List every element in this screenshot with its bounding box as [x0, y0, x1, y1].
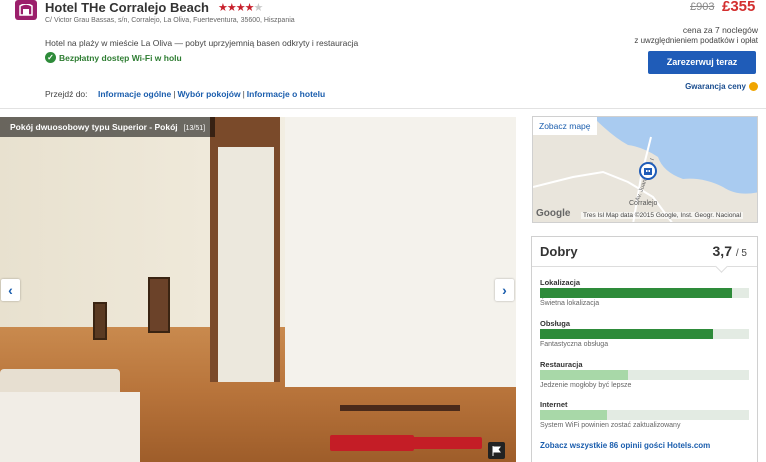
star-icon: ★ [218, 2, 228, 14]
hotel-location-pin[interactable] [639, 162, 657, 180]
star-icon: ★ [226, 2, 237, 14]
map-attribution: Tres Isl Map data ©2015 Google, Inst. Ge… [581, 212, 744, 219]
google-logo: Google [536, 208, 571, 219]
photo-caption: Pokój dwuosobowy typu Superior - Pokój [1… [0, 117, 216, 137]
wifi-label: Bezpłatny dostęp Wi-Fi w holu [59, 52, 182, 63]
report-photo-button[interactable] [488, 442, 505, 459]
current-price: £355 [722, 0, 756, 15]
review-category-name: Obsługa [540, 319, 571, 328]
jump-nav: Informacje ogólne | Wybór pokojów | Informac… [98, 89, 325, 99]
jump-to-label: Przejdź do: [45, 89, 88, 99]
price-note-taxes: z uwzględnieniem podatków i opłat [634, 36, 758, 45]
photo-bathroom [218, 147, 274, 382]
price-guarantee-label: Gwarancja ceny [685, 82, 746, 91]
hotels-logo-icon [19, 4, 33, 16]
price-note-nights: cena za 7 noclegów [682, 25, 758, 35]
review-category-name: Restauracja [540, 360, 583, 369]
review-category-bar [540, 370, 749, 380]
review-category-bar [540, 410, 749, 420]
rating-score: 3,7 / 5 [713, 243, 747, 259]
hotel-pin-icon [644, 168, 652, 175]
review-category: Obsługa Fantastyczna obsługa [540, 319, 749, 348]
hotel-map[interactable]: Zobacz mapę Av. Juan Carlos I Corralejo … [532, 116, 758, 223]
review-category-fill [540, 288, 733, 298]
photo-wall-picture [93, 302, 107, 340]
photo-caption-text: Pokój dwuosobowy typu Superior - Pokój [10, 122, 178, 132]
star-icon: ★ [244, 2, 255, 14]
photo-chair [412, 437, 482, 449]
nav-link-general-info[interactable]: Informacje ogólne [98, 89, 171, 99]
flag-icon [492, 445, 501, 456]
nav-link-room-choice[interactable]: Wybór pokojów [177, 89, 240, 99]
review-category-name: Internet [540, 400, 568, 409]
review-category: Restauracja Jedzenie mogłoby być lepsze [540, 360, 749, 389]
review-category-desc: System WiFi powinien zostać zaktualizowa… [540, 422, 681, 429]
review-category-desc: Fantastyczna obsługa [540, 341, 609, 348]
check-icon: ✓ [45, 52, 56, 63]
photo-gallery[interactable]: Pokój dwuosobowy typu Superior - Pokój [1… [0, 117, 516, 462]
photo-table [340, 405, 460, 411]
review-category-fill [540, 370, 628, 380]
photo-wall-picture [148, 277, 170, 333]
review-category: Lokalizacja Świetna lokalizacja [540, 278, 749, 307]
review-category-name: Lokalizacja [540, 278, 581, 287]
nav-separator: | [242, 89, 245, 99]
hotels-logo [15, 0, 37, 20]
review-category-bar [540, 329, 749, 339]
rating-score-value: 3,7 [712, 243, 732, 259]
nav-separator: | [173, 89, 176, 99]
review-category-fill [540, 329, 714, 339]
all-reviews-link[interactable]: Zobacz wszystkie 86 opinii gości Hotels.… [540, 441, 710, 450]
guarantee-badge-icon [749, 82, 758, 91]
guest-reviews-panel: Dobry 3,7 / 5 Lokalizacja Świetna lokali… [531, 236, 758, 462]
nav-link-hotel-info[interactable]: Informacje o hotelu [247, 89, 325, 99]
review-category-desc: Świetna lokalizacja [540, 300, 600, 307]
map-town-label: Corralejo [629, 200, 658, 207]
star-rating: ★★★★★ [218, 1, 264, 14]
photo-counter: [13/51] [183, 125, 206, 132]
star-icon: ★ [235, 2, 246, 14]
header-divider [0, 108, 766, 109]
photo-chair [330, 435, 414, 451]
rating-word: Dobry [540, 244, 578, 259]
review-category: Internet System WiFi powinien zostać zak… [540, 400, 749, 429]
next-photo-button[interactable]: › [495, 279, 514, 301]
hotel-description: Hotel na plaży w mieście La Oliva — poby… [45, 38, 359, 48]
hotel-name: Hotel THe Corralejo Beach [45, 0, 209, 15]
wifi-info: ✓ Bezpłatny dostęp Wi-Fi w holu [45, 52, 182, 63]
hotel-address: C/ Victor Grau Bassas, s/n, Corralejo, L… [45, 17, 295, 24]
previous-photo-button[interactable]: ‹ [1, 279, 20, 301]
rating-score-max: / 5 [735, 248, 747, 259]
price-guarantee-link[interactable]: Gwarancja ceny [685, 82, 758, 91]
old-price: £903 [690, 1, 715, 13]
photo-bed [0, 392, 140, 462]
review-category-bar [540, 288, 749, 298]
star-empty-icon: ★ [253, 2, 264, 14]
book-now-button[interactable]: Zarezerwuj teraz [648, 51, 756, 74]
review-category-desc: Jedzenie mogłoby być lepsze [540, 382, 632, 389]
review-category-fill [540, 410, 607, 420]
photo-right-wall [285, 117, 516, 387]
view-map-link[interactable]: Zobacz mapę [533, 117, 597, 135]
rating-pointer [715, 260, 728, 273]
